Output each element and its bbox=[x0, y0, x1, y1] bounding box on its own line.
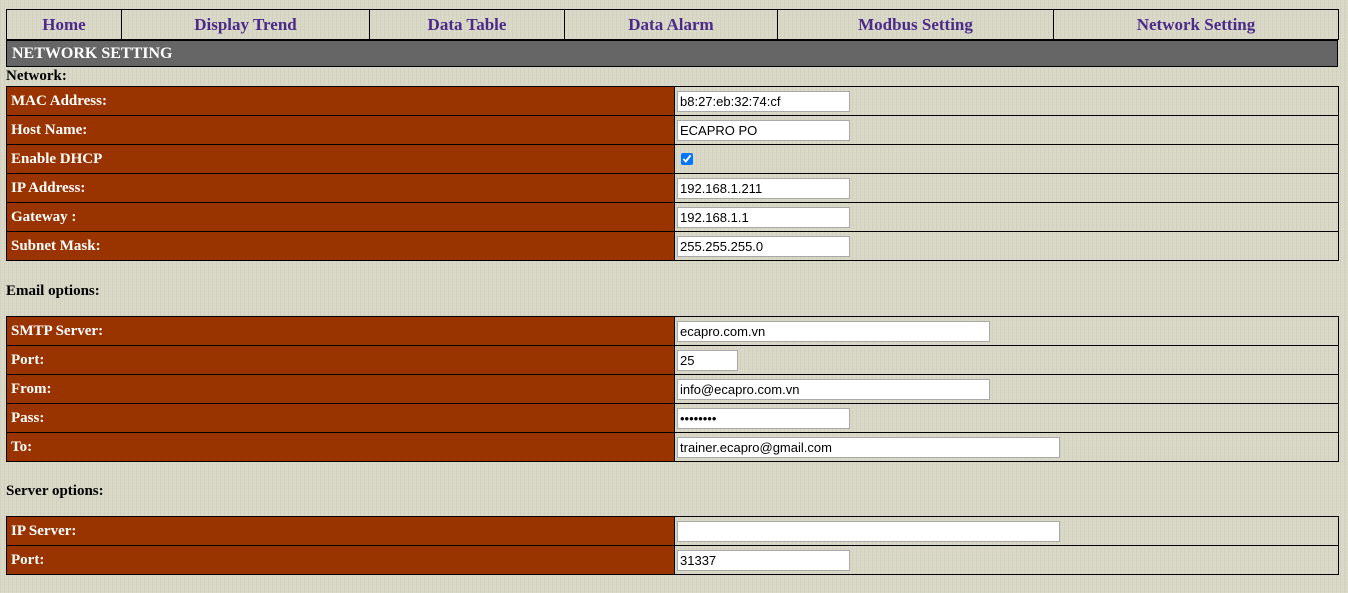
gateway-row: Gateway : bbox=[6, 202, 1339, 232]
email-port-row: Port: bbox=[6, 345, 1339, 375]
from-label: From: bbox=[6, 374, 675, 404]
nav-data-alarm[interactable]: Data Alarm bbox=[565, 10, 778, 39]
nav-data-table[interactable]: Data Table bbox=[370, 10, 565, 39]
nav-modbus-setting[interactable]: Modbus Setting bbox=[778, 10, 1054, 39]
network-group-label: Network: bbox=[6, 68, 67, 84]
email-table: SMTP Server: Port: From: Pass: To: bbox=[6, 316, 1339, 462]
server-port-label: Port: bbox=[6, 545, 675, 575]
host-label: Host Name: bbox=[6, 115, 675, 145]
host-row: Host Name: bbox=[6, 115, 1339, 145]
subnet-row: Subnet Mask: bbox=[6, 231, 1339, 261]
to-row: To: bbox=[6, 432, 1339, 462]
from-input[interactable] bbox=[677, 378, 990, 400]
ip-server-input[interactable] bbox=[677, 520, 1060, 542]
server-group-label: Server options: bbox=[6, 483, 104, 499]
password-input[interactable] bbox=[677, 407, 850, 429]
server-port-row: Port: bbox=[6, 545, 1339, 575]
mac-label: MAC Address: bbox=[6, 86, 675, 116]
ip-server-row: IP Server: bbox=[6, 516, 1339, 546]
gateway-input[interactable] bbox=[677, 206, 850, 228]
subnet-label: Subnet Mask: bbox=[6, 231, 675, 261]
subnet-mask-input[interactable] bbox=[677, 235, 850, 257]
ip-label: IP Address: bbox=[6, 173, 675, 203]
ip-address-input[interactable] bbox=[677, 177, 850, 199]
top-navigation: Home Display Trend Data Table Data Alarm… bbox=[6, 9, 1339, 40]
nav-display-trend[interactable]: Display Trend bbox=[122, 10, 370, 39]
pass-row: Pass: bbox=[6, 403, 1339, 433]
to-label: To: bbox=[6, 432, 675, 462]
email-port-input[interactable] bbox=[677, 349, 738, 371]
smtp-label: SMTP Server: bbox=[6, 316, 675, 346]
enable-dhcp-checkbox[interactable] bbox=[681, 153, 693, 166]
section-title: NETWORK SETTING bbox=[6, 40, 1338, 67]
nav-network-setting[interactable]: Network Setting bbox=[1054, 10, 1338, 39]
server-port-input[interactable] bbox=[677, 549, 850, 571]
gateway-label: Gateway : bbox=[6, 202, 675, 232]
ip-server-label: IP Server: bbox=[6, 516, 675, 546]
email-port-label: Port: bbox=[6, 345, 675, 375]
from-row: From: bbox=[6, 374, 1339, 404]
to-input[interactable] bbox=[677, 436, 1060, 458]
mac-address-input[interactable] bbox=[677, 90, 850, 112]
host-name-input[interactable] bbox=[677, 119, 850, 141]
email-group-label: Email options: bbox=[6, 283, 100, 299]
network-table: MAC Address: Host Name: Enable DHCP IP A… bbox=[6, 86, 1339, 261]
mac-row: MAC Address: bbox=[6, 86, 1339, 116]
ip-row: IP Address: bbox=[6, 173, 1339, 203]
smtp-row: SMTP Server: bbox=[6, 316, 1339, 346]
server-table: IP Server: Port: bbox=[6, 516, 1339, 575]
nav-home[interactable]: Home bbox=[7, 10, 122, 39]
smtp-server-input[interactable] bbox=[677, 320, 990, 342]
dhcp-label: Enable DHCP bbox=[6, 144, 675, 174]
dhcp-row: Enable DHCP bbox=[6, 144, 1339, 174]
pass-label: Pass: bbox=[6, 403, 675, 433]
